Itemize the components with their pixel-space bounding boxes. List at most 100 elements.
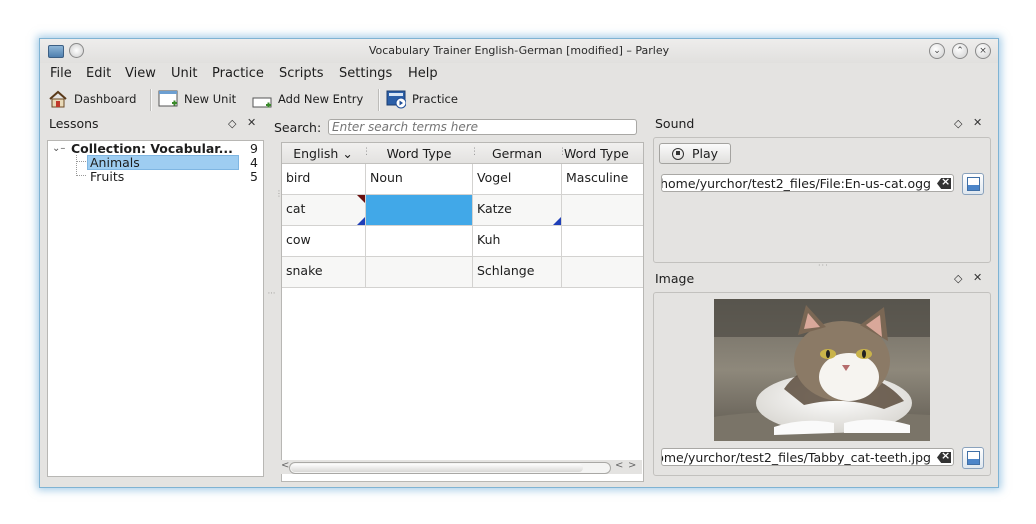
home-icon [48, 89, 68, 109]
table-cell[interactable] [366, 226, 473, 256]
lesson-count-fruits: 5 [250, 169, 258, 184]
menu-view[interactable]: View [125, 66, 156, 81]
window-title: Vocabulary Trainer English-German [modif… [368, 44, 670, 57]
menu-unit[interactable]: Unit [171, 66, 197, 81]
menu-practice[interactable]: Practice [212, 66, 264, 81]
table-row[interactable]: bird Noun Vogel Masculine [282, 164, 643, 195]
row-grip: ⋮ [275, 189, 284, 198]
sound-path-text: /home/yurchor/test2_files/File:En-us-cat… [661, 176, 931, 191]
tree-line [76, 175, 86, 176]
table-cell[interactable]: Katze [473, 195, 562, 225]
lesson-item-fruits[interactable]: Fruits [90, 169, 124, 184]
table-cell[interactable] [366, 257, 473, 287]
menu-file[interactable]: File [50, 66, 72, 81]
column-header-german[interactable]: German [474, 146, 560, 161]
practice-label: Practice [412, 92, 458, 106]
lessons-dock-close-icon[interactable]: ✕ [247, 116, 256, 129]
app-window: Vocabulary Trainer English-German [modif… [39, 38, 999, 488]
collapse-arrow-icon[interactable]: ⌄– [52, 143, 65, 157]
close-button[interactable]: × [975, 43, 991, 59]
maximize-button[interactable]: ⌃ [952, 43, 968, 59]
menu-help[interactable]: Help [408, 66, 438, 81]
scrollbar-track[interactable] [289, 462, 611, 474]
new-unit-button[interactable]: New Unit [158, 88, 236, 110]
practice-icon [386, 89, 407, 109]
lessons-dock-title: Lessons [49, 116, 99, 131]
lessons-tree[interactable]: ⌄– Collection: Vocabular... 9 Animals 4 … [47, 140, 264, 477]
sound-dock-float-icon[interactable]: ◇ [954, 117, 962, 130]
lessons-dock-float-icon[interactable]: ◇ [228, 117, 236, 130]
stop-icon [672, 147, 684, 160]
open-sound-file-button[interactable] [962, 173, 984, 195]
horizontal-scrollbar[interactable]: < < > [281, 460, 642, 474]
column-header-english[interactable]: English ⌄ [282, 146, 364, 161]
lesson-count-animals: 4 [250, 155, 258, 170]
dashboard-label: Dashboard [74, 92, 137, 106]
table-cell[interactable]: bird [282, 164, 366, 194]
dashboard-button[interactable]: Dashboard [48, 88, 136, 110]
sound-path-field[interactable]: /home/yurchor/test2_files/File:En-us-cat… [661, 174, 954, 192]
table-cell[interactable]: Noun [366, 164, 473, 194]
menu-edit[interactable]: Edit [86, 66, 111, 81]
table-cell[interactable]: Masculine [562, 164, 643, 194]
collection-node[interactable]: Collection: Vocabular... [71, 141, 233, 156]
menu-scripts[interactable]: Scripts [279, 66, 323, 81]
toolbar: Dashboard New Unit Add New Entry Practic… [40, 85, 998, 113]
table-cell[interactable]: snake [282, 257, 366, 287]
add-new-entry-button[interactable]: Add New Entry [252, 88, 363, 110]
table-cell[interactable]: Schlange [473, 257, 562, 287]
add-entry-icon [252, 89, 272, 109]
tree-line [76, 161, 86, 162]
open-image-file-button[interactable] [962, 447, 984, 469]
edit-marker [357, 217, 365, 225]
sound-dock-title: Sound [655, 116, 695, 131]
table-cell-selected[interactable] [366, 195, 473, 225]
column-header-word-type-de[interactable]: Word Type [564, 146, 643, 161]
new-unit-icon [158, 89, 178, 109]
sound-dock-close-icon[interactable]: ✕ [973, 116, 982, 129]
image-path-text: /home/yurchor/test2_files/Tabby_cat-teet… [661, 450, 931, 465]
image-dock-close-icon[interactable]: ✕ [973, 271, 982, 284]
toolbar-separator [378, 89, 380, 111]
column-header-word-type-en[interactable]: Word Type [366, 146, 472, 161]
table-row[interactable]: cow Kuh [282, 226, 643, 257]
table-cell[interactable] [562, 257, 643, 287]
scroll-left-icon[interactable]: < [281, 460, 289, 471]
scrollbar-thumb[interactable] [291, 464, 583, 472]
vocabulary-table[interactable]: English ⌄ ⋮ Word Type ⋮ German ⋮ Word Ty… [281, 142, 644, 482]
image-dock-float-icon[interactable]: ◇ [954, 272, 962, 285]
splitter-handle[interactable]: ⋮ [267, 289, 276, 298]
table-header: English ⌄ ⋮ Word Type ⋮ German ⋮ Word Ty… [282, 143, 643, 164]
add-new-entry-label: Add New Entry [278, 92, 364, 106]
image-dock-title: Image [655, 271, 695, 286]
practice-button[interactable]: Practice [386, 88, 458, 110]
comment-marker [357, 195, 365, 203]
edit-marker [553, 217, 561, 225]
toolbar-separator [150, 89, 152, 111]
table-cell[interactable]: cat [282, 195, 366, 225]
menu-bar: File Edit View Unit Practice Scripts Set… [40, 63, 998, 85]
table-cell[interactable] [562, 195, 643, 225]
image-path-field[interactable]: /home/yurchor/test2_files/Tabby_cat-teet… [661, 448, 954, 466]
table-cell[interactable]: Kuh [473, 226, 562, 256]
collection-count: 9 [250, 141, 258, 156]
lesson-item-animals[interactable]: Animals [90, 155, 140, 170]
table-cell[interactable]: cow [282, 226, 366, 256]
tree-line [76, 155, 78, 176]
scroll-right-icon[interactable]: > [628, 460, 636, 471]
sort-chevron-icon: ⌄ [342, 146, 353, 161]
menu-settings[interactable]: Settings [339, 66, 392, 81]
cat-photo [714, 299, 930, 441]
splitter-handle[interactable]: ··· [818, 261, 829, 270]
table-cell[interactable]: Vogel [473, 164, 562, 194]
search-label: Search: [274, 120, 322, 135]
scroll-left-icon[interactable]: < [615, 460, 623, 471]
search-input[interactable] [328, 119, 637, 135]
new-unit-label: New Unit [184, 92, 237, 106]
table-row[interactable]: cat Katze [282, 195, 643, 226]
table-cell[interactable] [562, 226, 643, 256]
minimize-button[interactable]: ⌄ [929, 43, 945, 59]
table-row[interactable]: snake Schlange [282, 257, 643, 288]
play-label: Play [692, 146, 719, 161]
play-button[interactable]: Play [659, 143, 731, 164]
